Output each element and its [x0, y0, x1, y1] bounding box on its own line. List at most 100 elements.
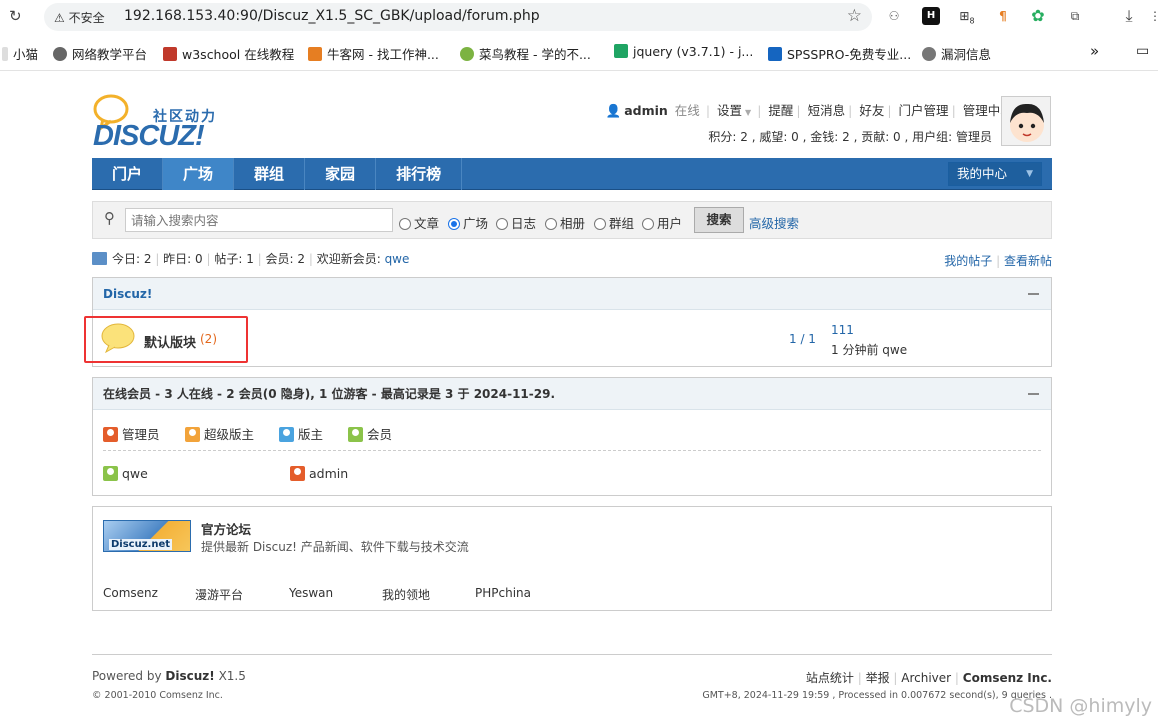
legend-admin: 管理员 — [103, 424, 160, 443]
extensions-puzzle-icon[interactable]: ⧉ — [1066, 7, 1084, 25]
bookmark-item[interactable]: 漏洞信息 — [922, 44, 991, 63]
download-icon[interactable]: ⤓ — [1120, 7, 1138, 25]
logo-text: DISCUZ! — [93, 120, 205, 152]
chart-icon — [92, 252, 107, 265]
folder-icon[interactable]: ▭ — [1136, 43, 1149, 59]
site-logo[interactable]: 社区动力 DISCUZ! — [93, 84, 233, 154]
search-type-group[interactable]: 群组 — [594, 213, 634, 232]
bookmark-item[interactable]: w3school 在线教程 — [163, 44, 294, 63]
collapse-icon[interactable] — [1028, 293, 1039, 295]
last-post-meta: 1 分钟前 qwe — [831, 343, 908, 357]
search-type-blog[interactable]: 日志 — [496, 213, 536, 232]
collapse-icon[interactable] — [1028, 393, 1039, 395]
my-posts-link[interactable]: 我的帖子 — [944, 254, 992, 268]
chevron-down-icon: ▼ — [745, 108, 752, 117]
extension-h-icon[interactable]: H — [922, 7, 940, 25]
link-yeswan[interactable]: Yeswan — [289, 586, 333, 600]
site-stats-link[interactable]: 站点统计 — [806, 671, 854, 685]
forum-topic-post-count: 1 / 1 — [789, 332, 816, 346]
extension-badge-icon[interactable]: ⊞8 — [958, 7, 976, 25]
legend-member: 会员 — [348, 424, 392, 443]
bookmark-item[interactable]: SPSSPRO-免费专业... — [768, 44, 911, 63]
link-my-territory[interactable]: 我的领地 — [382, 586, 430, 603]
supermod-user-icon — [185, 427, 200, 442]
bookmarks-bar: 小猫 网络教学平台 w3school 在线教程 牛客网 - 找工作神... 菜鸟… — [0, 35, 1158, 71]
new-member-link[interactable]: qwe — [385, 252, 410, 266]
settings-link[interactable]: 设置 — [717, 103, 742, 118]
new-posts-link[interactable]: 查看新帖 — [1004, 254, 1052, 268]
nav-group[interactable]: 群组 — [234, 158, 306, 190]
online-user[interactable]: admin — [290, 466, 348, 481]
search-icon: ⚲ — [104, 209, 115, 227]
friend-links: Discuz.net 官方论坛 提供最新 Discuz! 产品新闻、软件下载与技… — [92, 506, 1052, 611]
forum-bubble-icon — [101, 323, 135, 353]
nav-ranklist[interactable]: 排行榜 — [376, 158, 463, 190]
link-phpchina[interactable]: PHPchina — [475, 586, 531, 600]
chevron-down-icon: ▼ — [1026, 169, 1033, 179]
more-bookmarks-icon[interactable]: » — [1090, 42, 1099, 60]
divider — [103, 450, 1041, 451]
comsenz-link[interactable]: Comsenz Inc. — [963, 671, 1052, 685]
bookmark-item[interactable]: 牛客网 - 找工作神... — [308, 44, 439, 63]
last-post-title[interactable]: 111 — [831, 323, 854, 337]
forum-row: 默认版块 (2) 1 / 1 111 1 分钟前 qwe — [84, 310, 1051, 368]
user-icon: 👤 — [605, 103, 622, 118]
user-credits[interactable]: 积分: 2 , 威望: 0 , 金钱: 2 , 贡献: 0 , 用户组: 管理员 — [708, 128, 992, 145]
search-type-user[interactable]: 用户 — [642, 213, 682, 232]
bookmark-item[interactable]: 菜鸟教程 - 学的不... — [460, 44, 591, 63]
my-center-dropdown[interactable]: 我的中心 ▼ — [948, 162, 1042, 186]
avatar[interactable] — [1001, 96, 1051, 146]
notice-link[interactable]: 提醒 — [768, 103, 793, 118]
link-manyou[interactable]: 漫游平台 — [195, 586, 243, 603]
extension-gear-icon[interactable]: ✿ — [1029, 7, 1047, 25]
last-post-user[interactable]: qwe — [882, 343, 907, 357]
extension-icon[interactable]: ⚇ — [885, 7, 903, 25]
official-forum-title[interactable]: 官方论坛 — [201, 519, 251, 538]
discuz-net-logo[interactable]: Discuz.net — [103, 520, 191, 552]
powered-by: Powered by Discuz! X1.5 — [92, 669, 246, 683]
bookmark-item[interactable]: 小猫 — [2, 44, 38, 63]
search-button[interactable]: 搜索 — [694, 207, 744, 233]
mod-user-icon — [279, 427, 294, 442]
discuz-page: 社区动力 DISCUZ! 👤 admin 在线 | 设置 ▼ | 提醒 | 短消息 | 好友… — [0, 72, 1158, 723]
nav-forum[interactable]: 广场 — [163, 158, 235, 190]
message-link[interactable]: 短消息 — [808, 103, 846, 118]
link-comsenz[interactable]: Comsenz — [103, 586, 158, 600]
search-type-article[interactable]: 文章 — [399, 213, 439, 232]
search-type-album[interactable]: 相册 — [545, 213, 585, 232]
bookmark-item[interactable]: jquery (v3.7.1) - j... — [614, 44, 753, 59]
menu-icon[interactable]: ⋮ — [1146, 7, 1158, 25]
category-title[interactable]: Discuz! — [103, 287, 152, 301]
address-bar[interactable]: ⚠ 不安全 192.168.153.40:90/Discuz_X1.5_SC_G… — [44, 3, 872, 31]
online-user[interactable]: qwe — [103, 466, 148, 481]
security-warning[interactable]: ⚠ 不安全 — [54, 9, 105, 26]
avatar-face-icon — [1010, 103, 1044, 142]
url-text[interactable]: 192.168.153.40:90/Discuz_X1.5_SC_GBK/upl… — [124, 8, 540, 24]
search-type-forum[interactable]: 广场 — [448, 213, 488, 232]
nav-portal[interactable]: 门户 — [92, 158, 164, 190]
online-status: 在线 — [674, 103, 700, 118]
browser-toolbar: ↻ ⚠ 不安全 192.168.153.40:90/Discuz_X1.5_SC… — [0, 0, 1158, 35]
extension-pilcrow-icon[interactable]: ¶ — [994, 7, 1012, 25]
online-header: 在线会员 - 3 人在线 - 2 会员(0 隐身), 1 位游客 - 最高记录是… — [93, 378, 1051, 410]
debug-info: GMT+8, 2024-11-29 19:59 , Processed in 0… — [702, 690, 1052, 701]
archiver-link[interactable]: Archiver — [901, 671, 951, 685]
footer-links: 站点统计 | 举报 | Archiver | Comsenz Inc. — [805, 671, 1052, 685]
member-user-icon — [103, 466, 118, 481]
forum-name[interactable]: 默认版块 — [144, 332, 196, 351]
nav-home[interactable]: 家园 — [305, 158, 377, 190]
bookmark-item[interactable]: 网络教学平台 — [53, 44, 147, 63]
forum-category: Discuz! 默认版块 (2) 1 / 1 111 1 分钟前 qwe — [84, 277, 1052, 368]
admin-user-icon — [290, 466, 305, 481]
official-forum-desc: 提供最新 Discuz! 产品新闻、软件下载与技术交流 — [201, 540, 469, 554]
bookmark-star-icon[interactable]: ☆ — [847, 6, 862, 26]
report-link[interactable]: 举报 — [866, 671, 890, 685]
main-nav: 门户 广场 群组 家园 排行榜 我的中心 ▼ — [92, 158, 1052, 190]
search-input[interactable] — [125, 208, 393, 232]
reload-icon[interactable]: ↻ — [9, 7, 22, 25]
friends-link[interactable]: 好友 — [859, 103, 884, 118]
username-link[interactable]: admin — [624, 103, 668, 118]
advanced-search-link[interactable]: 高级搜索 — [749, 213, 799, 232]
portal-admin-link[interactable]: 门户管理 — [899, 103, 949, 118]
discuz-brand-link[interactable]: Discuz! — [165, 669, 214, 683]
